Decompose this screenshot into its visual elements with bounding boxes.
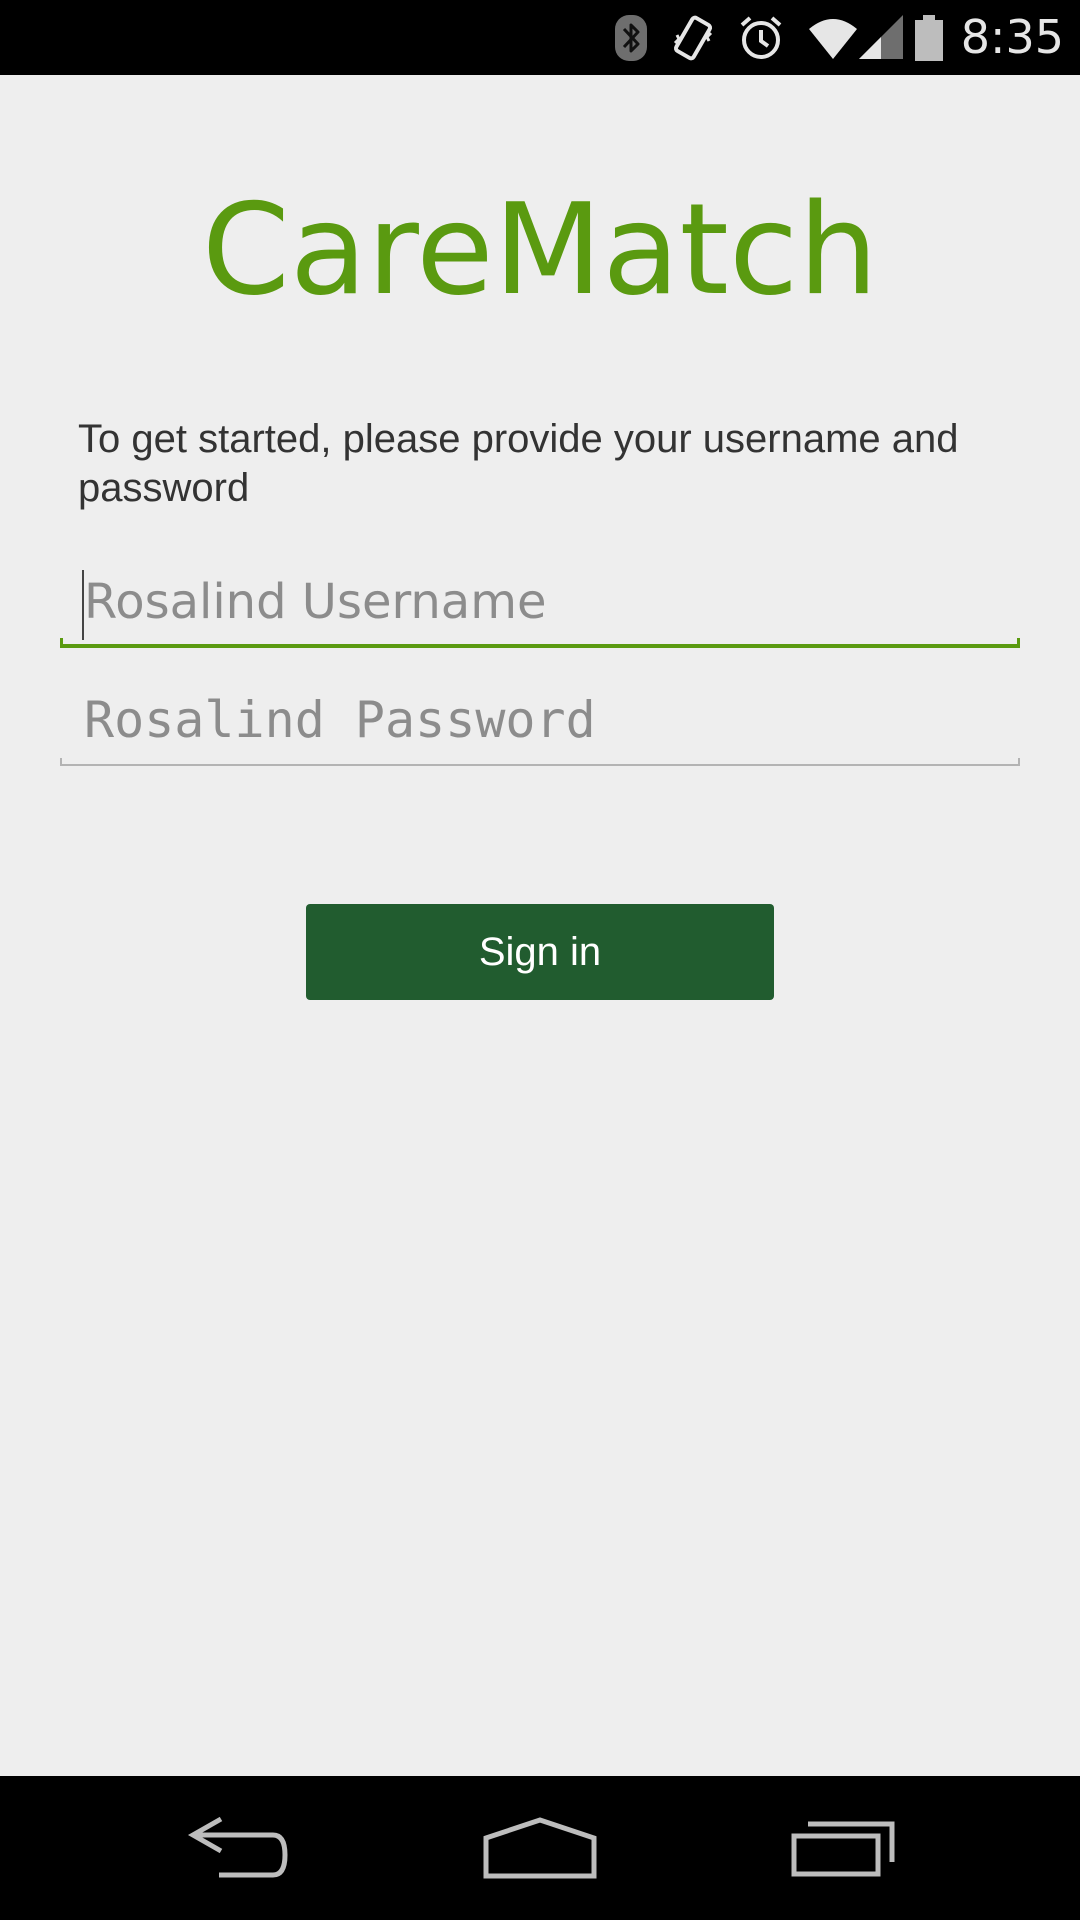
status-bar: 8:35 xyxy=(0,0,1080,75)
back-button[interactable] xyxy=(140,1776,340,1920)
vibrate-icon xyxy=(673,15,712,60)
back-icon xyxy=(187,1816,288,1878)
username-field-container xyxy=(60,566,1020,648)
alarm-icon xyxy=(740,15,782,59)
login-screen: 8:35 CareMatch To get started, please pr… xyxy=(0,0,1080,1920)
status-icons: 8:35 xyxy=(613,0,1064,75)
wifi-icon xyxy=(808,18,857,59)
username-input[interactable] xyxy=(84,566,1004,638)
password-field-container xyxy=(60,684,1020,766)
recents-icon xyxy=(791,1821,895,1877)
app-title: CareMatch xyxy=(201,176,879,323)
recents-button[interactable] xyxy=(743,1776,943,1920)
instructions-text: To get started, please provide your user… xyxy=(78,417,959,510)
password-input[interactable] xyxy=(84,684,1004,756)
username-underline xyxy=(60,638,1020,648)
bluetooth-icon xyxy=(614,14,647,61)
text-cursor xyxy=(82,570,84,640)
home-icon xyxy=(483,1817,597,1879)
battery-icon xyxy=(914,14,943,61)
status-clock: 8:35 xyxy=(960,10,1064,64)
sign-in-button[interactable]: Sign in xyxy=(306,904,774,1000)
home-button[interactable] xyxy=(440,1776,640,1920)
navigation-bar xyxy=(0,1776,1080,1920)
password-underline xyxy=(60,758,1020,766)
cell-signal-icon xyxy=(858,14,903,59)
